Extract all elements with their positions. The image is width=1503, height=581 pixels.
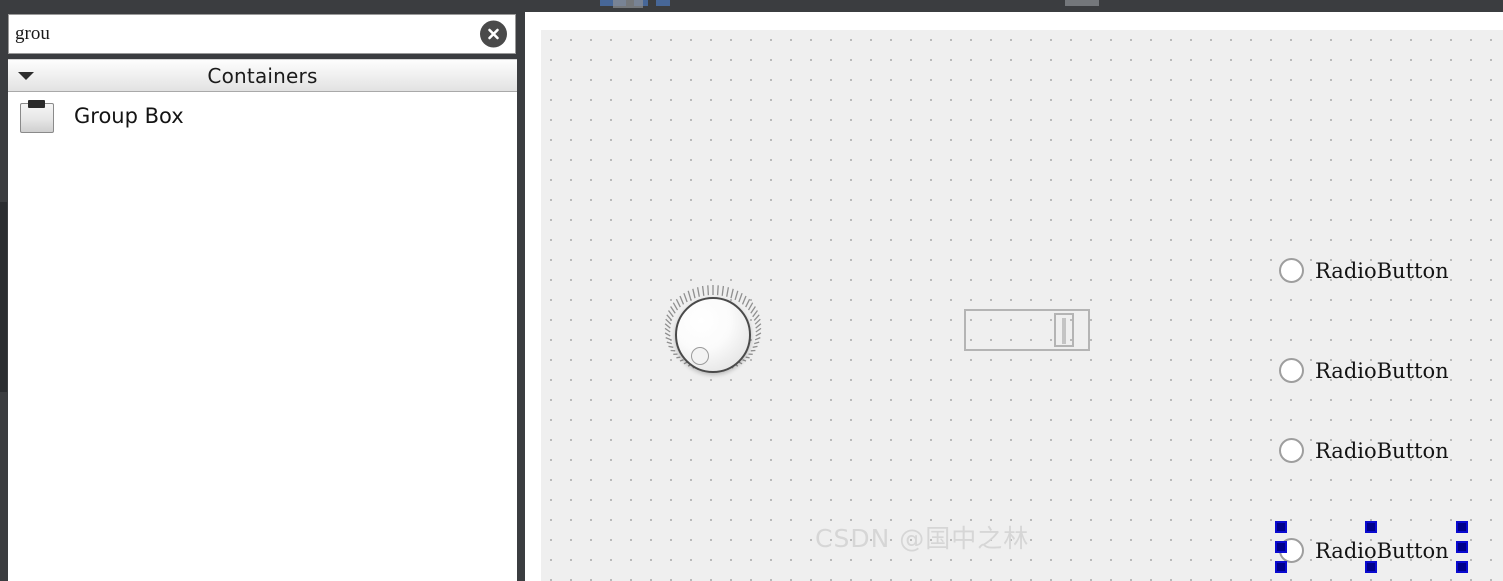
selection-handle-bottom-left[interactable]	[1275, 561, 1287, 573]
radio-button-label: RadioButton	[1315, 258, 1449, 283]
selection-handle-top-right[interactable]	[1456, 521, 1468, 533]
horizontal-slider-widget[interactable]	[964, 309, 1090, 351]
radio-circle-icon[interactable]	[1279, 358, 1304, 383]
selection-handle-top-left[interactable]	[1275, 521, 1287, 533]
radio-circle-icon[interactable]	[1279, 258, 1304, 283]
radio-circle-icon[interactable]	[1279, 438, 1304, 463]
panel-scrollbar-track[interactable]	[0, 12, 8, 581]
chevron-down-icon	[18, 71, 34, 80]
clear-search-icon[interactable]	[480, 20, 507, 48]
radio-button-label: RadioButton	[1315, 438, 1449, 463]
widget-item-list: Group Box	[8, 92, 517, 581]
radio-button-3[interactable]: RadioButton	[1279, 438, 1449, 463]
category-header-containers[interactable]: Containers	[8, 59, 517, 92]
radio-button-label: RadioButton	[1315, 538, 1449, 563]
radio-button-1[interactable]: RadioButton	[1279, 258, 1449, 283]
toolbar-fragment-3	[656, 0, 670, 6]
selection-handle-middle-right[interactable]	[1456, 541, 1468, 553]
panel-scrollbar-thumb[interactable]	[0, 202, 7, 392]
group-box-icon	[18, 98, 56, 134]
palette-item-label: Group Box	[74, 104, 184, 128]
search-input[interactable]	[15, 15, 455, 53]
palette-item-group-box[interactable]: Group Box	[8, 92, 517, 140]
selection-handle-bottom-center[interactable]	[1365, 561, 1377, 573]
widget-filter-row	[8, 14, 516, 54]
slider-handle[interactable]	[1054, 313, 1074, 347]
selection-handle-top-center[interactable]	[1365, 521, 1377, 533]
dial-knob[interactable]	[675, 297, 751, 373]
radio-button-4[interactable]: RadioButton	[1279, 538, 1449, 563]
selection-handle-bottom-right[interactable]	[1456, 561, 1468, 573]
toolbar-fragment-4	[613, 0, 643, 8]
widget-box-panel: Containers Group Box	[0, 0, 525, 581]
dial-widget[interactable]	[661, 283, 765, 387]
radio-button-label: RadioButton	[1315, 358, 1449, 383]
toolbar-fragment-5	[1065, 0, 1099, 6]
radio-button-2[interactable]: RadioButton	[1279, 358, 1449, 383]
form-canvas[interactable]: RadioButton RadioButton RadioButton Radi…	[541, 30, 1503, 581]
selection-handle-middle-left[interactable]	[1275, 541, 1287, 553]
category-label: Containers	[207, 63, 318, 88]
dial-pointer-icon	[691, 347, 709, 365]
